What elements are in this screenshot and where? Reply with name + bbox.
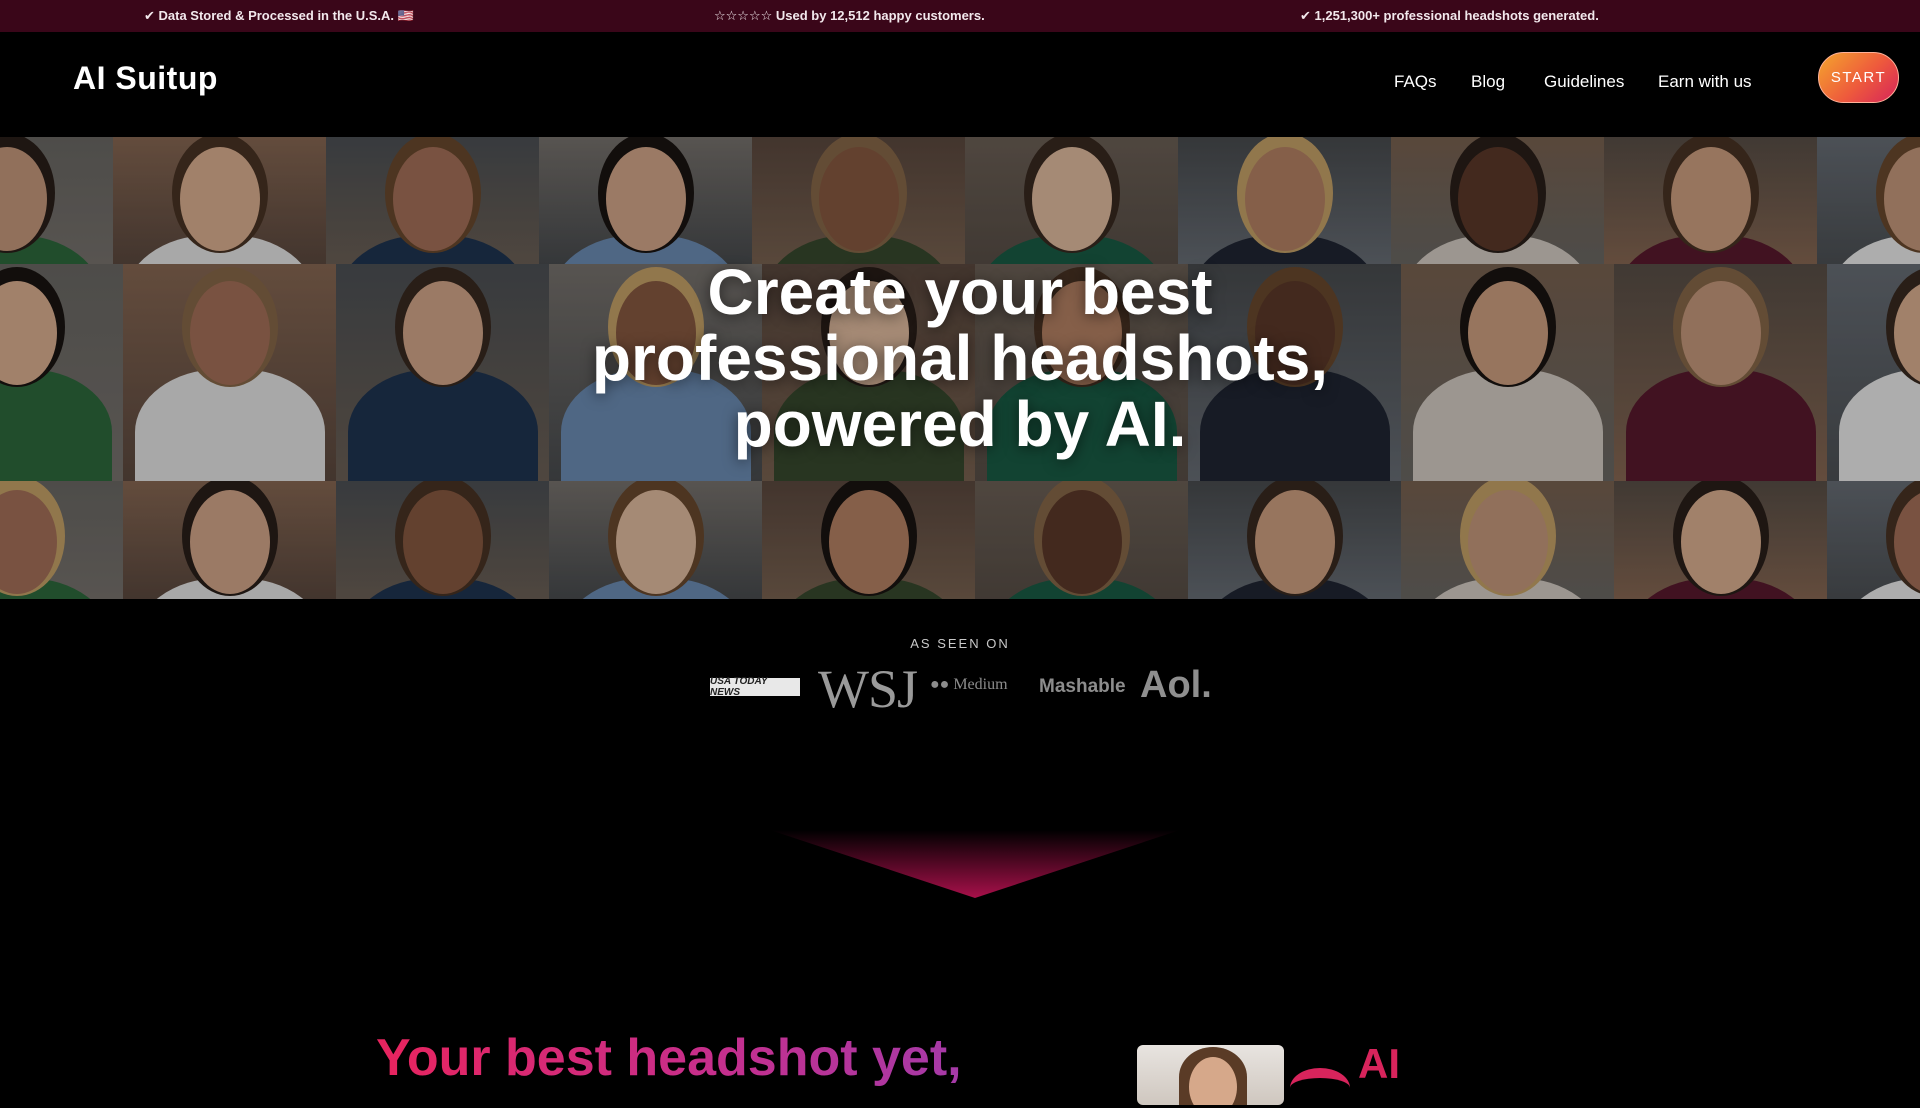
- as-seen-on-heading: AS SEEN ON: [0, 636, 1920, 651]
- nav-link-guidelines[interactable]: Guidelines: [1544, 72, 1624, 92]
- nav-link-blog[interactable]: Blog: [1471, 72, 1505, 92]
- medium-logo-text: Medium: [953, 676, 1007, 693]
- example-headshot-thumbnail: [1137, 1045, 1284, 1105]
- usa-today-logo-text: USA TODAY NEWS: [710, 676, 800, 698]
- start-button[interactable]: START: [1818, 52, 1899, 103]
- chevron-down-icon: [770, 830, 1180, 900]
- data-location-notice: ✔ Data Stored & Processed in the U.S.A. …: [144, 8, 414, 24]
- hero-title-line-2: professional headshots,: [592, 322, 1328, 394]
- nav-link-faqs[interactable]: FAQs: [1394, 72, 1437, 92]
- customer-count-notice: ☆☆☆☆☆ Used by 12,512 happy customers.: [714, 8, 985, 24]
- mashable-logo: Mashable: [1039, 676, 1126, 698]
- medium-logo: ●● Medium: [930, 676, 1008, 694]
- arrow-arc-icon: [1290, 1068, 1350, 1108]
- hero-title: Create your best professional headshots,…: [460, 259, 1460, 457]
- hero-title-line-3: powered by AI.: [734, 388, 1187, 460]
- medium-icon: ●●: [930, 676, 949, 693]
- hero-title-line-1: Create your best: [707, 256, 1212, 328]
- nav-link-earn[interactable]: Earn with us: [1658, 72, 1752, 92]
- announcement-bar: ✔ Data Stored & Processed in the U.S.A. …: [0, 0, 1920, 32]
- headshots-count-notice: ✔ 1,251,300+ professional headshots gene…: [1300, 8, 1599, 24]
- hero-section: Create your best professional headshots,…: [0, 137, 1920, 599]
- wsj-logo: WSJ: [818, 658, 917, 720]
- section-title: Your best headshot yet,: [376, 1028, 962, 1088]
- ai-label: AI: [1358, 1040, 1400, 1088]
- aol-logo: Aol.: [1140, 664, 1212, 707]
- site-logo[interactable]: AI Suitup: [73, 60, 218, 97]
- main-navigation: AI Suitup FAQs Blog Guidelines Earn with…: [0, 32, 1920, 137]
- usa-today-logo: USA TODAY NEWS: [710, 678, 800, 696]
